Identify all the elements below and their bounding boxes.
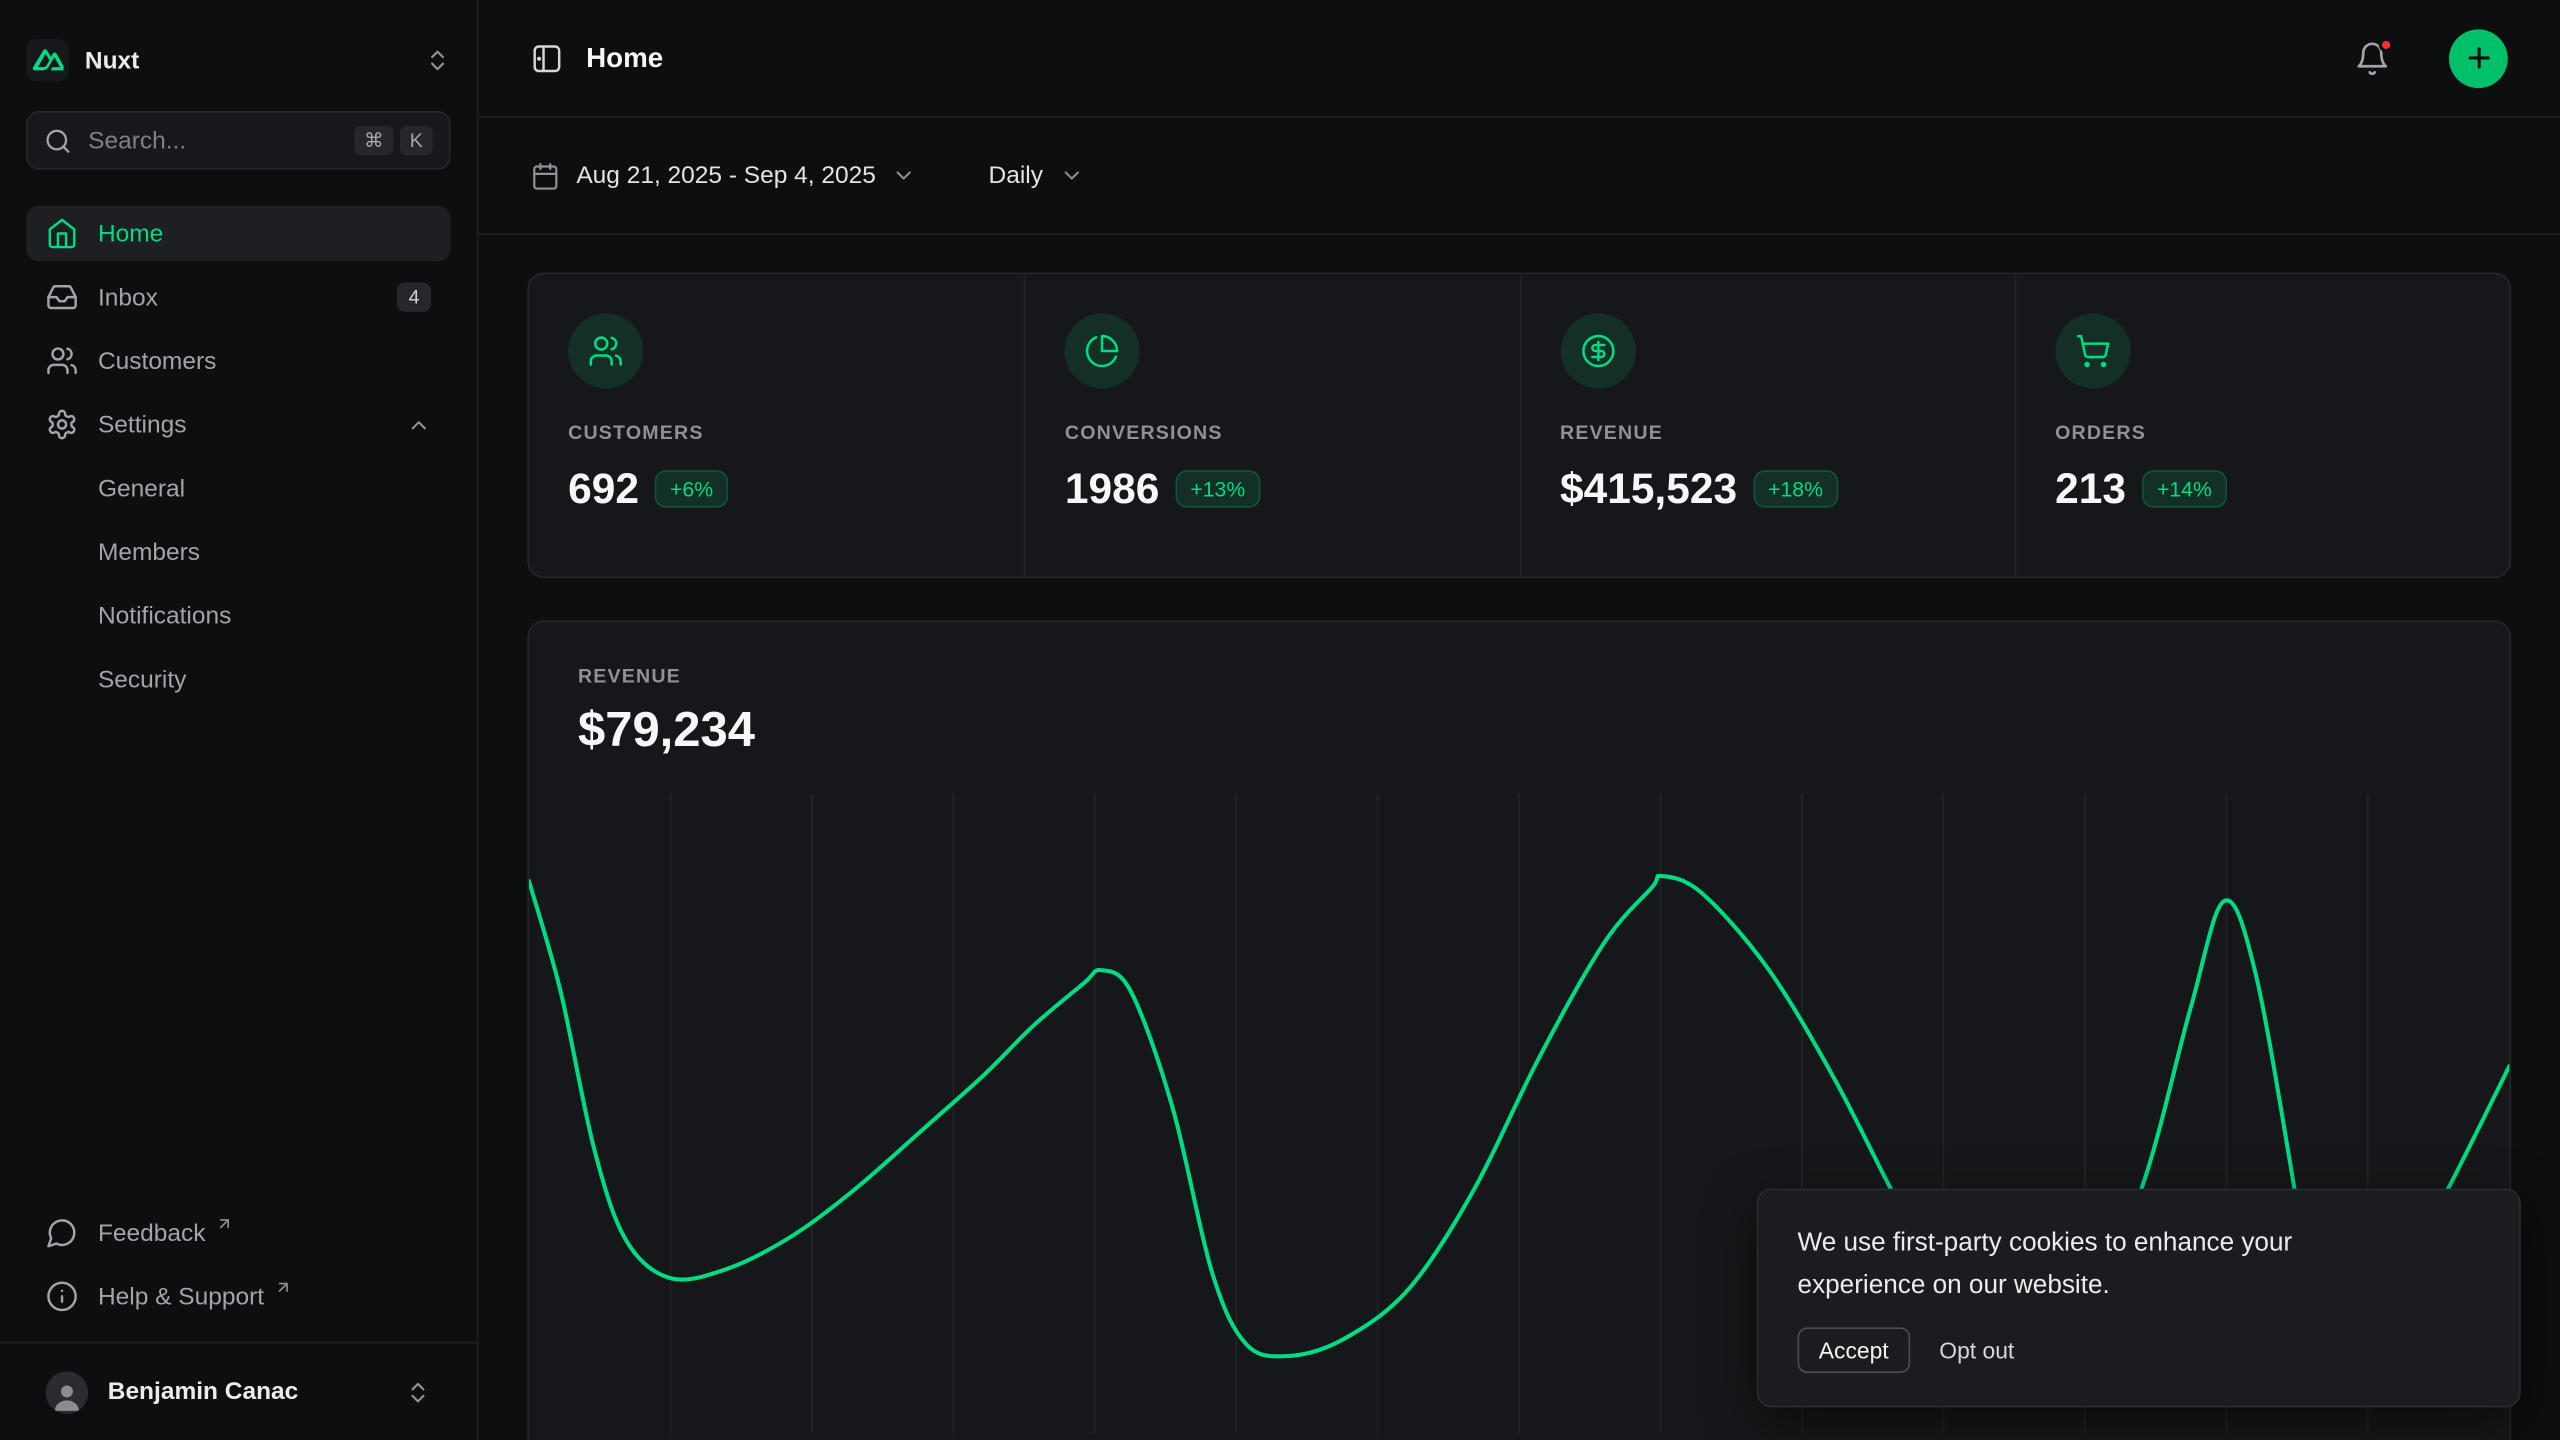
stats-grid: CUSTOMERS 692 +6% CONVERSIONS 1986 +13%	[527, 273, 2511, 578]
sidebar-item-members[interactable]: Members	[26, 524, 450, 580]
stat-card-revenue[interactable]: REVENUE $415,523 +18%	[1519, 274, 2014, 576]
dollar-circle-icon	[1560, 313, 1635, 388]
plus-icon	[2463, 42, 2494, 73]
notification-dot	[2379, 37, 2394, 52]
home-icon	[46, 217, 79, 250]
sidebar-item-inbox[interactable]: Inbox 4	[26, 269, 450, 325]
stat-label: CUSTOMERS	[568, 421, 985, 444]
help-support-link[interactable]: Help & Support	[26, 1269, 450, 1325]
pie-chart-icon	[1065, 313, 1140, 388]
stat-value: 213	[2055, 464, 2126, 515]
footer-link-label: Feedback	[98, 1219, 206, 1247]
chevron-down-icon	[1059, 163, 1083, 187]
external-link-icon	[274, 1278, 292, 1296]
page-header: Home	[478, 0, 2560, 118]
revenue-panel-label: REVENUE	[578, 664, 2460, 687]
notifications-button[interactable]	[2354, 40, 2390, 76]
panel-left-icon[interactable]	[531, 42, 564, 75]
cookie-accept-button[interactable]: Accept	[1798, 1327, 1910, 1373]
date-range-picker[interactable]: Aug 21, 2025 - Sep 4, 2025	[531, 161, 917, 190]
cookie-optout-button[interactable]: Opt out	[1939, 1329, 2014, 1371]
sidebar-item-label: Inbox	[98, 283, 378, 311]
nuxt-logo-icon	[26, 39, 68, 81]
sidebar-item-home[interactable]: Home	[26, 206, 450, 262]
sidebar-item-label: Home	[98, 220, 431, 248]
sidebar-item-label: Settings	[98, 411, 387, 439]
feedback-link[interactable]: Feedback	[26, 1205, 450, 1261]
inbox-icon	[46, 281, 79, 314]
inbox-count-badge: 4	[397, 282, 431, 311]
sidebar-item-label: Security	[98, 665, 431, 693]
users-icon	[568, 313, 643, 388]
sidebar-item-customers[interactable]: Customers	[26, 333, 450, 389]
page-title: Home	[586, 42, 2331, 75]
stat-delta-badge: +18%	[1753, 470, 1837, 508]
shopping-cart-icon	[2055, 313, 2130, 388]
message-bubble-icon	[46, 1216, 79, 1249]
sidebar-item-label: Notifications	[98, 602, 431, 630]
avatar	[46, 1371, 88, 1413]
search-placeholder: Search...	[88, 127, 338, 155]
add-button[interactable]	[2449, 29, 2508, 88]
sidebar-nav: Home Inbox 4 Customers Settings	[0, 206, 477, 715]
users-icon	[46, 344, 79, 377]
kbd-k-key: K	[400, 126, 433, 155]
chevron-up-icon	[407, 412, 431, 436]
stat-label: CONVERSIONS	[1065, 421, 1480, 444]
sidebar-item-label: Members	[98, 538, 431, 566]
granularity-value: Daily	[989, 162, 1043, 190]
sidebar: Nuxt Search... ⌘ K Home	[0, 0, 478, 1440]
workspace-name: Nuxt	[85, 47, 408, 75]
stat-value: $415,523	[1560, 464, 1737, 515]
stat-value: 692	[568, 464, 639, 515]
sidebar-item-label: Customers	[98, 347, 431, 375]
main-panel: Home Aug 21, 2025 - Sep 4, 2025	[478, 0, 2560, 1440]
stat-label: REVENUE	[1560, 421, 1975, 444]
workspace-switcher[interactable]: Nuxt	[0, 0, 477, 111]
sidebar-item-general[interactable]: General	[26, 460, 450, 516]
stat-delta-badge: +13%	[1176, 470, 1260, 508]
cookie-banner: We use first-party cookies to enhance yo…	[1757, 1189, 2521, 1407]
search-shortcut: ⌘ K	[354, 126, 432, 155]
stat-card-conversions[interactable]: CONVERSIONS 1986 +13%	[1024, 274, 1519, 576]
info-circle-icon	[46, 1280, 79, 1313]
filters-toolbar: Aug 21, 2025 - Sep 4, 2025 Daily	[478, 118, 2560, 236]
search-input[interactable]: Search... ⌘ K	[26, 111, 450, 170]
chevrons-up-down-icon	[405, 1379, 431, 1405]
sidebar-item-security[interactable]: Security	[26, 651, 450, 707]
sidebar-item-settings[interactable]: Settings	[26, 397, 450, 453]
gear-icon	[46, 408, 79, 441]
date-range-value: Aug 21, 2025 - Sep 4, 2025	[576, 162, 876, 190]
sidebar-item-notifications[interactable]: Notifications	[26, 588, 450, 644]
search-icon	[44, 127, 72, 155]
calendar-icon	[531, 161, 560, 190]
kbd-meta-key: ⌘	[354, 126, 393, 155]
cookie-message: We use first-party cookies to enhance yo…	[1798, 1223, 2369, 1308]
chevrons-up-down-icon	[424, 47, 450, 73]
user-name: Benjamin Canac	[108, 1378, 386, 1406]
chevron-down-icon	[892, 163, 916, 187]
stat-delta-badge: +14%	[2142, 470, 2226, 508]
app-root: Nuxt Search... ⌘ K Home	[0, 0, 2560, 1440]
sidebar-item-label: General	[98, 474, 431, 502]
user-menu[interactable]: Benjamin Canac	[0, 1342, 477, 1440]
stat-card-customers[interactable]: CUSTOMERS 692 +6%	[529, 274, 1024, 576]
sidebar-footer: Feedback Help & Support	[0, 1205, 477, 1342]
footer-link-label: Help & Support	[98, 1282, 264, 1310]
granularity-select[interactable]: Daily	[989, 162, 1084, 190]
stat-label: ORDERS	[2055, 421, 2470, 444]
stat-delta-badge: +6%	[655, 470, 727, 508]
external-link-icon	[215, 1215, 233, 1233]
stat-value: 1986	[1065, 464, 1159, 515]
revenue-panel-value: $79,234	[578, 704, 2460, 760]
stat-card-orders[interactable]: ORDERS 213 +14%	[2014, 274, 2509, 576]
